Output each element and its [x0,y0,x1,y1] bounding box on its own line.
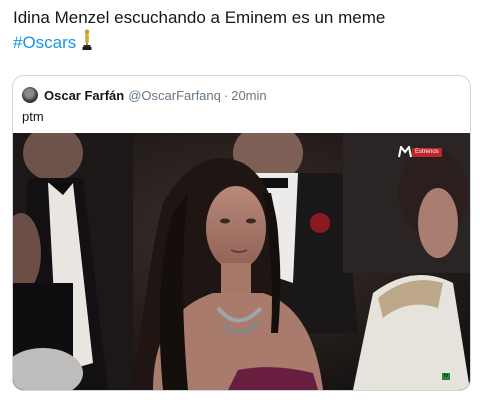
trophy-icon [81,29,93,57]
display-name[interactable]: Oscar Farfán [44,88,124,103]
cc-icon: tv [442,373,450,380]
channel-logo-icon [398,146,412,158]
tweet-text-line: Idina Menzel escuchando a Eminem es un m… [13,8,386,27]
timestamp[interactable]: 20min [231,88,266,103]
channel-badge: Estrenos [412,148,442,157]
quoted-tweet-header: Oscar Farfán @OscarFarfanq · 20min [22,86,267,104]
separator-dot: · [223,87,229,103]
tweet-text: Idina Menzel escuchando a Eminem es un m… [13,6,473,57]
quoted-tweet-text: ptm [22,109,44,124]
tv-broadcast-still-icon [13,133,470,390]
quoted-tweet-card[interactable]: Oscar Farfán @OscarFarfanq · 20min ptm E… [12,75,471,391]
media-image[interactable]: Estrenos tv [13,133,470,390]
user-handle[interactable]: @OscarFarfanq [128,88,221,103]
avatar[interactable] [22,87,38,103]
hashtag-link[interactable]: #Oscars [13,33,76,52]
